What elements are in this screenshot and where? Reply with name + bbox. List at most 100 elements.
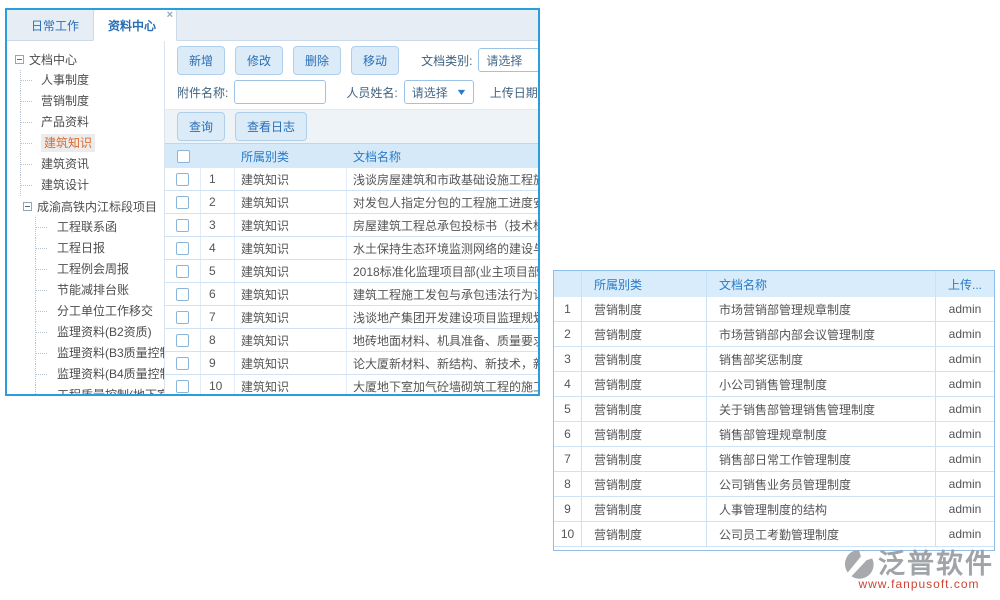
row-uploader: admin — [935, 472, 994, 496]
row-category: 营销制度 — [581, 322, 706, 346]
tree-node-project[interactable]: 成渝高铁内江标段项目 — [7, 196, 164, 217]
tree-item-分工单位工作移交[interactable]: 分工单位工作移交 — [7, 301, 164, 322]
tree-item-工程质量控制(地下室)[interactable]: 工程质量控制(地下室) — [7, 385, 164, 394]
row-checkbox[interactable] — [176, 288, 189, 301]
row-uploader: admin — [935, 297, 994, 321]
toolbar-button-新增[interactable]: 新增 — [177, 46, 225, 75]
document-list-pane: 新增修改删除移动 文档类别: 请选择 ▼ 文档名称: 附件名称: 人员姓名: 请… — [165, 41, 538, 394]
row-checkbox-cell — [165, 306, 201, 328]
collapse-icon[interactable] — [15, 55, 24, 64]
row-doc-name: 销售部奖惩制度 — [706, 347, 935, 371]
tree-item-label: 工程质量控制(地下室) — [57, 388, 165, 394]
table-row[interactable]: 7建筑知识浅谈地产集团开发建设项目监理规划编... — [165, 306, 538, 329]
row-checkbox[interactable] — [176, 196, 189, 209]
row-checkbox-cell — [165, 329, 201, 351]
collapse-icon[interactable] — [23, 202, 32, 211]
row-checkbox[interactable] — [176, 173, 189, 186]
row-uploader: admin — [935, 497, 994, 521]
upload-date-label-cut: 上传日期: — [490, 84, 538, 101]
table-row[interactable]: 6建筑知识建筑工程施工发包与承包违法行为认定... — [165, 283, 538, 306]
tree-item-建筑设计[interactable]: 建筑设计 — [7, 175, 164, 196]
row-checkbox[interactable] — [176, 380, 189, 393]
query-button[interactable]: 查询 — [177, 112, 225, 141]
tab-data-center[interactable]: 资料中心 × — [93, 9, 177, 41]
row-category: 营销制度 — [581, 397, 706, 421]
tree-item-营销制度[interactable]: 营销制度 — [7, 91, 164, 112]
header-category: 所属别类 — [581, 271, 706, 297]
table-row[interactable]: 5建筑知识2018标准化监理项目部(业主项目部)人员... — [165, 260, 538, 283]
table-row[interactable]: 3建筑知识房屋建筑工程总承包投标书（技术标）... — [165, 214, 538, 237]
tree-item-建筑知识[interactable]: 建筑知识 — [7, 133, 164, 154]
select-all-checkbox[interactable] — [177, 150, 190, 163]
table-row[interactable]: 3营销制度销售部奖惩制度admin — [554, 347, 994, 372]
table-row[interactable]: 8营销制度公司销售业务员管理制度admin — [554, 472, 994, 497]
table-row[interactable]: 4建筑知识水土保持生态环境监测网络的建设与资... — [165, 237, 538, 260]
tree-item-产品资料[interactable]: 产品资料 — [7, 112, 164, 133]
toolbar-button-移动[interactable]: 移动 — [351, 46, 399, 75]
row-checkbox-cell — [165, 237, 201, 259]
row-category: 建筑知识 — [235, 283, 347, 305]
row-category: 建筑知识 — [235, 352, 347, 374]
row-doc-name: 水土保持生态环境监测网络的建设与资... — [347, 240, 538, 257]
table-row[interactable]: 5营销制度关于销售部管理销售管理制度admin — [554, 397, 994, 422]
tree-item-label: 营销制度 — [41, 94, 89, 108]
table-row[interactable]: 9营销制度人事管理制度的结构admin — [554, 497, 994, 522]
row-checkbox[interactable] — [176, 265, 189, 278]
tab-data-center-label: 资料中心 — [108, 19, 156, 33]
brand-url-link[interactable]: www.fanpusoft.com — [858, 577, 979, 591]
brand-name: 泛普软件 — [878, 550, 994, 578]
table-row[interactable]: 10营销制度公司员工考勤管理制度admin — [554, 522, 994, 547]
tree-root-document-center[interactable]: 文档中心 — [7, 49, 164, 70]
tab-daily-work[interactable]: 日常工作 — [17, 10, 93, 40]
row-index: 4 — [554, 372, 581, 396]
row-checkbox[interactable] — [176, 219, 189, 232]
tree-item-人事制度[interactable]: 人事制度 — [7, 70, 164, 91]
toolbar-button-修改[interactable]: 修改 — [235, 46, 283, 75]
row-doc-name: 浅谈房屋建筑和市政基础设施工程施工... — [347, 171, 538, 188]
category-tree: 文档中心 人事制度营销制度产品资料建筑知识建筑资讯建筑设计 成渝高铁内江标段项目… — [7, 41, 165, 394]
attachment-input[interactable] — [234, 80, 326, 104]
row-category: 建筑知识 — [235, 306, 347, 328]
document-center-window: 日常工作 资料中心 × 文档中心 人事制度营销制度产品资料建筑知识建筑资讯建筑设… — [5, 8, 540, 396]
table-row[interactable]: 4营销制度小公司销售管理制度admin — [554, 372, 994, 397]
row-checkbox[interactable] — [176, 242, 189, 255]
table-row[interactable]: 7营销制度销售部日常工作管理制度admin — [554, 447, 994, 472]
row-checkbox[interactable] — [176, 311, 189, 324]
view-log-button[interactable]: 查看日志 — [235, 112, 307, 141]
person-select[interactable]: 请选择 ▼ — [404, 80, 474, 104]
table-row[interactable]: 2建筑知识对发包人指定分包的工程施工进度安排... — [165, 191, 538, 214]
table-row[interactable]: 6营销制度销售部管理规章制度admin — [554, 422, 994, 447]
tree-item-节能减排台账[interactable]: 节能减排台账 — [7, 280, 164, 301]
marketing-doc-table: 所属别类 文档名称 上传... 1营销制度市场营销部管理规章制度admin2营销… — [553, 270, 995, 551]
table-row[interactable]: 8建筑知识地砖地面材料、机具准备、质量要求及... — [165, 329, 538, 352]
table-row[interactable]: 9建筑知识论大厦新材料、新结构、新技术，新工... — [165, 352, 538, 375]
row-uploader: admin — [935, 322, 994, 346]
doc-type-select[interactable]: 请选择 ▼ — [478, 48, 538, 72]
tree-item-工程联系函[interactable]: 工程联系函 — [7, 217, 164, 238]
row-checkbox[interactable] — [176, 334, 189, 347]
tree-item-建筑资讯[interactable]: 建筑资讯 — [7, 154, 164, 175]
tree-item-label: 监理资料(B2资质) — [57, 325, 152, 339]
table-row[interactable]: 1建筑知识浅谈房屋建筑和市政基础设施工程施工... — [165, 168, 538, 191]
tree-item-监理资料(B4质量控制)[interactable]: 监理资料(B4质量控制) — [7, 364, 164, 385]
row-doc-name: 关于销售部管理销售管理制度 — [706, 397, 935, 421]
close-icon[interactable]: × — [167, 10, 173, 21]
tree-item-监理资料(B3质量控制)[interactable]: 监理资料(B3质量控制) — [7, 343, 164, 364]
toolbar-button-删除[interactable]: 删除 — [293, 46, 341, 75]
tree-item-工程例会周报[interactable]: 工程例会周报 — [7, 259, 164, 280]
table-row[interactable]: 10建筑知识大厦地下室加气砼墙砌筑工程的施工方... — [165, 375, 538, 394]
row-doc-name: 销售部管理规章制度 — [706, 422, 935, 446]
row-checkbox[interactable] — [176, 357, 189, 370]
marketing-table-header: 所属别类 文档名称 上传... — [554, 271, 994, 297]
row-category: 营销制度 — [581, 372, 706, 396]
row-category: 营销制度 — [581, 497, 706, 521]
row-category: 营销制度 — [581, 472, 706, 496]
table-row[interactable]: 1营销制度市场营销部管理规章制度admin — [554, 297, 994, 322]
tree-item-label: 建筑设计 — [41, 178, 89, 192]
row-category: 营销制度 — [581, 422, 706, 446]
tree-item-工程日报[interactable]: 工程日报 — [7, 238, 164, 259]
tree-item-监理资料(B2资质)[interactable]: 监理资料(B2资质) — [7, 322, 164, 343]
doc-type-value: 请选择 — [486, 52, 522, 69]
row-doc-name: 小公司销售管理制度 — [706, 372, 935, 396]
table-row[interactable]: 2营销制度市场营销部内部会议管理制度admin — [554, 322, 994, 347]
